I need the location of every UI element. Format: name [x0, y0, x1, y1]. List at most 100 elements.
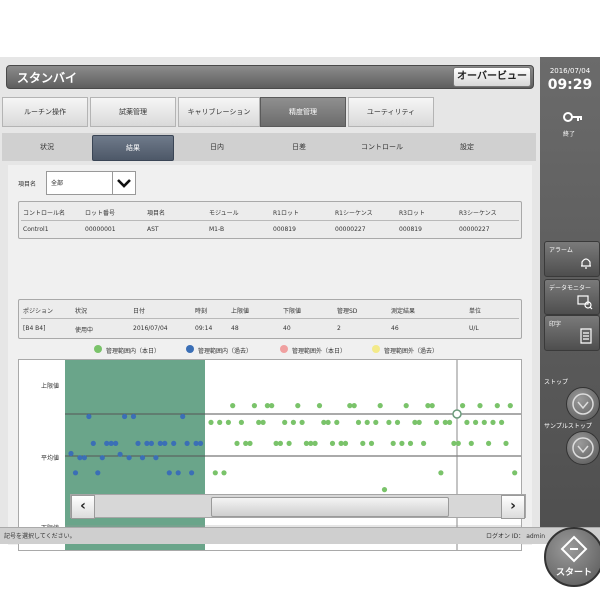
- header-result: 測定結果: [391, 308, 416, 315]
- data-point-today: [503, 440, 509, 446]
- sample-stop-button[interactable]: [566, 431, 600, 465]
- start-button[interactable]: スタート: [544, 527, 600, 587]
- data-point-today: [221, 470, 227, 476]
- alarm-button[interactable]: アラーム: [544, 241, 600, 277]
- data-point-past: [99, 455, 105, 461]
- header-r1-lot: R1ロット: [273, 210, 299, 217]
- data-point-past: [77, 455, 83, 461]
- data-point-today: [486, 440, 492, 446]
- row-divider: [21, 318, 519, 319]
- header-lot: ロット番号: [85, 210, 116, 217]
- data-point-today: [234, 440, 240, 446]
- data-point-today: [481, 419, 487, 425]
- main-tabs: ルーチン操作 試薬管理 キャリブレーション 精度管理 ユーティリティ: [2, 97, 536, 127]
- time-display: 09:29: [547, 77, 593, 93]
- header-unit: 単位: [469, 308, 482, 315]
- header-date: 日付: [133, 308, 146, 315]
- tab-routine[interactable]: ルーチン操作: [2, 97, 88, 127]
- header-sd: 管理SD: [337, 308, 358, 315]
- date-display: 2016/07/04: [549, 67, 591, 75]
- data-point-today: [416, 419, 422, 425]
- tab-calibration[interactable]: キャリブレーション: [178, 97, 260, 127]
- data-point-today: [368, 440, 375, 446]
- sample-stop-icon: [572, 437, 594, 459]
- chart-scrollbar[interactable]: ‹ ›: [70, 494, 526, 519]
- row-divider: [21, 220, 519, 221]
- cell-test: AST: [147, 226, 159, 233]
- cursor-handle[interactable]: [452, 409, 462, 419]
- data-point-past: [135, 440, 141, 446]
- data-point-today: [260, 419, 266, 425]
- print-button[interactable]: 印字: [544, 315, 600, 351]
- status-message: 記号を選択してください。: [4, 533, 76, 540]
- bell-icon: [581, 258, 591, 269]
- status-bar: 記号を選択してください。 ログオン ID： admin: [0, 527, 600, 544]
- data-point-past: [153, 455, 159, 461]
- chevron-down-icon[interactable]: [112, 172, 135, 194]
- subtab-intraday[interactable]: 日内: [182, 135, 252, 159]
- data-monitor-button[interactable]: データモニター: [544, 279, 600, 315]
- tab-qc[interactable]: 精度管理: [260, 97, 346, 127]
- data-point-past: [81, 455, 87, 461]
- stop-icon: [572, 393, 594, 415]
- data-point-today: [434, 419, 440, 425]
- cell-lower: 40: [283, 325, 291, 332]
- data-point-today: [282, 419, 288, 425]
- cell-r3-lot: 000819: [399, 226, 422, 233]
- data-point-today: [329, 440, 336, 446]
- overview-button[interactable]: オーバービュー: [453, 67, 531, 87]
- data-point-past: [104, 440, 110, 446]
- print-label: 印字: [549, 321, 562, 328]
- cell-r3-seq: 00000227: [459, 226, 490, 233]
- tab-utility[interactable]: ユーティリティ: [348, 97, 434, 127]
- cell-upper: 48: [231, 325, 239, 332]
- test-name-value: 全部: [51, 180, 64, 187]
- data-monitor-label: データモニター: [549, 285, 592, 292]
- subtab-result[interactable]: 結果: [92, 135, 174, 161]
- data-point-today: [468, 440, 474, 446]
- legend-past-out: 管理範囲外（過去）: [384, 348, 439, 355]
- data-point-today: [277, 440, 283, 446]
- control-info-table: コントロール名 ロット番号 項目名 モジュール R1ロット R1シーケンス R3…: [18, 201, 522, 239]
- stop-button[interactable]: [566, 387, 600, 421]
- past-region: [65, 360, 205, 550]
- data-point-today: [212, 470, 218, 476]
- subtab-status[interactable]: 状況: [12, 135, 82, 159]
- subtab-interday[interactable]: 日差: [264, 135, 334, 159]
- data-point-today: [394, 419, 401, 425]
- data-point-past: [117, 451, 123, 457]
- data-point-today: [447, 419, 453, 425]
- data-point-past: [108, 440, 114, 446]
- data-point-today: [381, 487, 388, 493]
- logout-label: 終了: [563, 131, 576, 138]
- legend-past-in: 管理範囲内（過去）: [198, 348, 253, 355]
- scroll-left-button[interactable]: ‹: [71, 495, 95, 519]
- position-info-table: ポジション 状況 日付 時刻 上限値 下限値 管理SD 測定結果 単位 [B4 …: [18, 299, 522, 339]
- scroll-thumb[interactable]: [211, 497, 449, 517]
- subtab-control[interactable]: コントロール: [342, 135, 422, 159]
- data-point-today: [355, 419, 362, 425]
- data-point-past: [72, 470, 79, 476]
- cell-result: 46: [391, 325, 399, 332]
- data-point-past: [113, 440, 119, 446]
- data-point-today: [208, 419, 214, 425]
- data-point-today: [342, 440, 349, 446]
- test-name-select[interactable]: 全部: [46, 171, 136, 195]
- data-point-today: [351, 403, 357, 409]
- data-point-today: [464, 419, 470, 425]
- test-name-label: 項目名: [18, 181, 37, 188]
- data-point-today: [399, 440, 405, 446]
- data-point-today: [247, 440, 253, 446]
- key-icon[interactable]: [560, 109, 584, 129]
- tab-reagent[interactable]: 試薬管理: [90, 97, 176, 127]
- data-point-today: [507, 403, 513, 409]
- data-point-today: [407, 440, 414, 446]
- header-state: 状況: [75, 308, 88, 315]
- data-point-past: [139, 455, 146, 461]
- data-point-past: [148, 440, 154, 446]
- data-point-past: [157, 440, 163, 446]
- data-point-past: [180, 413, 186, 420]
- data-point-today: [295, 403, 301, 409]
- scroll-right-button[interactable]: ›: [501, 495, 525, 519]
- subtab-settings[interactable]: 設定: [432, 135, 502, 159]
